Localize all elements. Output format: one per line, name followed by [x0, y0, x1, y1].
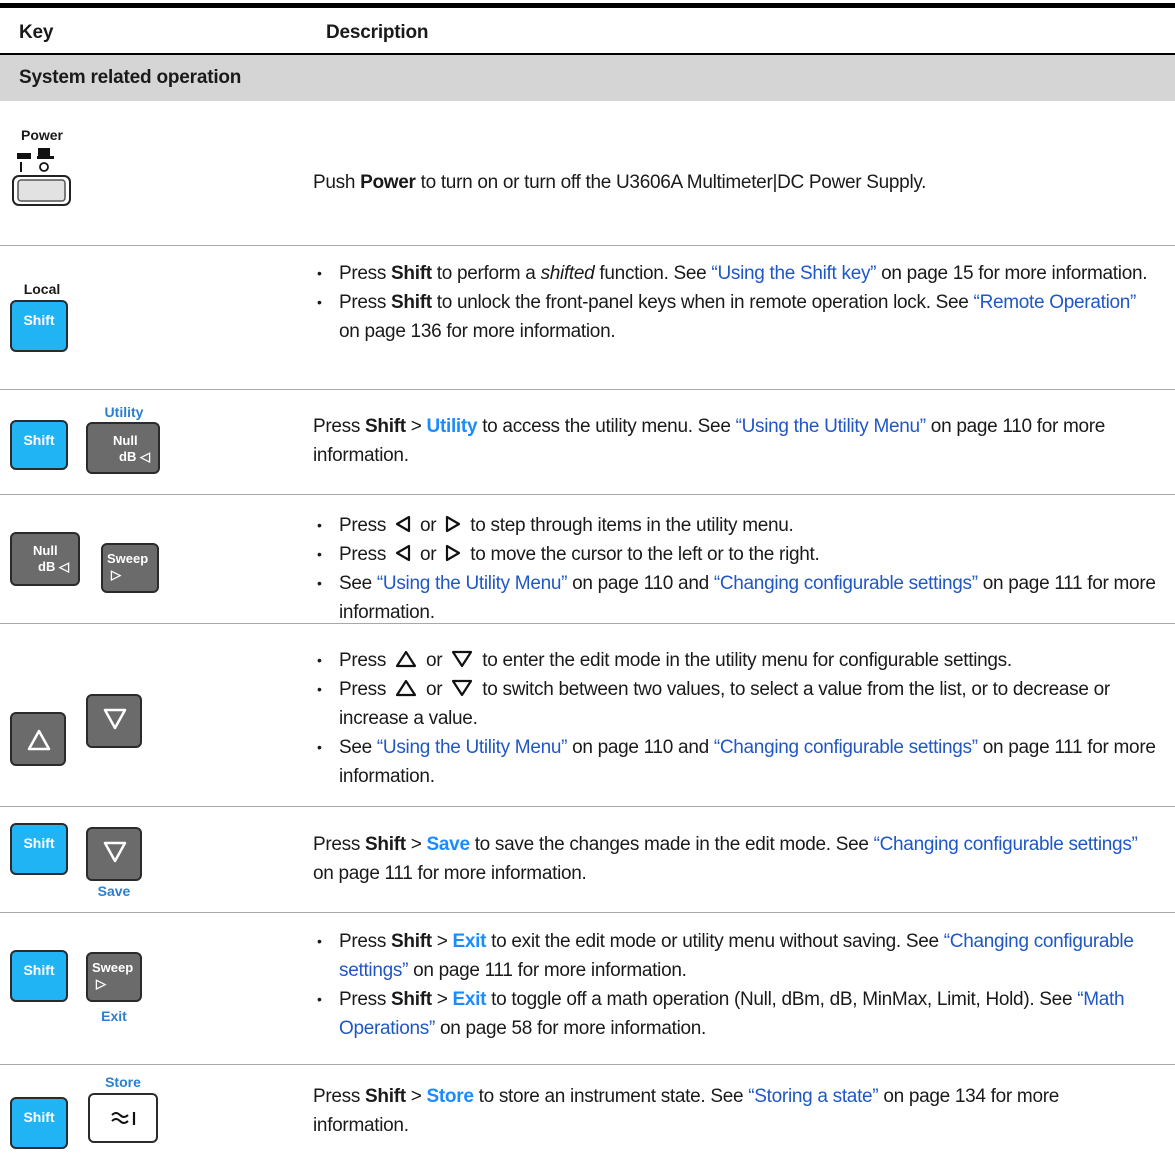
key-column-header: Key	[19, 22, 54, 43]
link-changing-configurable-settings[interactable]: “Changing configurable settings”	[874, 834, 1138, 855]
list-item: Press Shift > Exit to exit the edit mode…	[313, 927, 1158, 985]
link-using-shift-key[interactable]: “Using the Shift key”	[711, 263, 876, 284]
row-divider	[0, 389, 1175, 390]
approx-store-icon	[111, 1112, 136, 1125]
row-divider	[0, 1064, 1175, 1065]
row-divider	[0, 623, 1175, 624]
local-label: Local	[23, 281, 61, 297]
section-title: System related operation	[19, 67, 242, 88]
left-arrow-icon	[395, 515, 411, 533]
power-description: Push Power to turn on or turn off the U3…	[313, 172, 927, 193]
store-label: Store	[105, 1074, 141, 1090]
link-remote-operation[interactable]: “Remote Operation”	[974, 292, 1137, 313]
shift-key: Shift	[10, 300, 68, 352]
list-item: Press Shift to unlock the front-panel ke…	[313, 288, 1158, 346]
exit-label: Exit	[101, 1008, 127, 1024]
sweep-right-key: Sweep ▷	[86, 952, 142, 1002]
arrows-ud-description: Press or to enter the edit mode in the u…	[313, 646, 1158, 791]
link-using-utility-menu[interactable]: “Using the Utility Menu”	[377, 573, 568, 594]
list-item: Press or to step through items in the ut…	[313, 511, 1158, 540]
list-item: See “Using the Utility Menu” on page 110…	[313, 733, 1158, 791]
link-changing-configurable-settings[interactable]: “Changing configurable settings”	[714, 737, 978, 758]
link-using-utility-menu[interactable]: “Using the Utility Menu”	[377, 737, 568, 758]
arrows-lr-description: Press or to step through items in the ut…	[313, 511, 1158, 627]
power-button-icon	[12, 148, 71, 206]
row-divider	[0, 806, 1175, 807]
list-item: Press or to move the cursor to the left …	[313, 540, 1158, 569]
list-item: Press Shift to perform a shifted functio…	[313, 259, 1158, 288]
section-row: System related operation	[0, 55, 1175, 101]
row-divider	[0, 494, 1175, 495]
down-triangle-icon	[452, 650, 473, 668]
store-key	[88, 1093, 158, 1143]
link-changing-configurable-settings[interactable]: “Changing configurable settings”	[714, 573, 978, 594]
save-description: Press Shift > Save to save the changes m…	[313, 834, 1138, 884]
down-triangle-icon	[103, 708, 127, 730]
save-label: Save	[97, 883, 131, 899]
down-triangle-icon	[103, 841, 127, 863]
list-item: Press or to switch between two values, t…	[313, 675, 1158, 733]
right-arrow-icon	[446, 544, 461, 562]
power-label: Power	[20, 127, 63, 143]
list-item: Press or to enter the edit mode in the u…	[313, 646, 1158, 675]
shift-key: Shift	[10, 420, 68, 470]
link-storing-a-state[interactable]: “Storing a state”	[748, 1086, 878, 1107]
left-arrow-icon	[395, 544, 411, 562]
table-top-rule	[0, 3, 1175, 8]
shift-description: Press Shift to perform a shifted functio…	[313, 259, 1158, 346]
sweep-right-key: Sweep ▷	[101, 543, 159, 593]
link-using-utility-menu[interactable]: “Using the Utility Menu”	[736, 416, 927, 437]
down-arrow-key	[86, 694, 142, 748]
up-arrow-key	[10, 712, 66, 766]
description-column-header: Description	[326, 22, 429, 43]
up-triangle-icon	[395, 679, 417, 697]
row-divider	[0, 245, 1175, 246]
row-divider	[0, 912, 1175, 913]
utility-label: Utility	[104, 404, 144, 420]
down-triangle-icon	[452, 679, 473, 697]
store-description: Press Shift > Store to store an instrume…	[313, 1086, 1060, 1136]
shift-key: Shift	[10, 950, 68, 1002]
list-item: Press Shift > Exit to toggle off a math …	[313, 985, 1158, 1043]
null-db-left-key: Null dB ◁	[10, 532, 80, 586]
up-triangle-icon	[27, 729, 51, 751]
exit-description: Press Shift > Exit to exit the edit mode…	[313, 927, 1158, 1043]
null-db-key: Null dB ◁	[86, 422, 160, 474]
shift-key: Shift	[10, 1097, 68, 1149]
right-arrow-icon	[446, 515, 461, 533]
shift-key: Shift	[10, 823, 68, 875]
utility-description: Press Shift > Utility to access the util…	[313, 416, 1106, 466]
down-arrow-key	[86, 827, 142, 881]
up-triangle-icon	[395, 650, 417, 668]
list-item: See “Using the Utility Menu” on page 110…	[313, 569, 1158, 627]
